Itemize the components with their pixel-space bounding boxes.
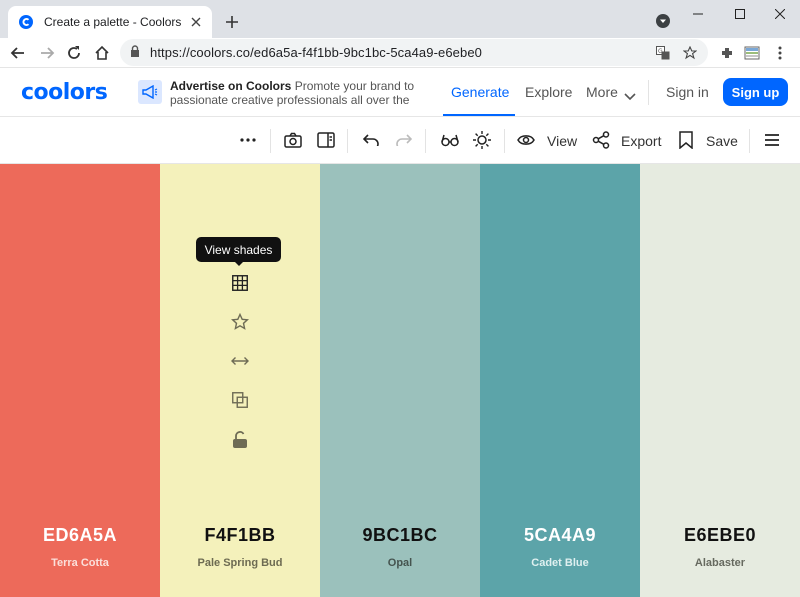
share-icon[interactable] (591, 130, 611, 150)
drag-horizontal-icon[interactable] (230, 351, 250, 371)
unlock-icon[interactable] (230, 430, 250, 450)
glasses-icon[interactable] (440, 130, 460, 150)
address-bar[interactable]: https://coolors.co/ed6a5a-f4f1bb-9bc1bc-… (120, 39, 708, 66)
sidebar-icon[interactable] (316, 130, 336, 150)
chevron-down-icon (624, 88, 636, 106)
url-text: https://coolors.co/ed6a5a-f4f1bb-9bc1bc-… (150, 45, 482, 60)
sign-in-link[interactable]: Sign in (666, 84, 709, 100)
advertisement[interactable]: Advertise on Coolors Promote your brand … (170, 79, 430, 107)
save-button[interactable]: Save (706, 133, 738, 149)
forward-icon[interactable] (37, 43, 57, 63)
divider (425, 129, 426, 153)
color-name: Alabaster (694, 557, 746, 569)
camera-icon[interactable] (283, 130, 303, 150)
tab-close-icon[interactable] (186, 12, 206, 32)
color-palette: ED6A5A Terra Cotta View shades F4F1BB Pa… (0, 164, 800, 597)
color-column[interactable]: View shades F4F1BB Pale Spring Bud (160, 164, 320, 597)
browser-toolbar: https://coolors.co/ed6a5a-f4f1bb-9bc1bc-… (0, 38, 800, 68)
color-hex[interactable]: ED6A5A (0, 525, 160, 546)
color-hex[interactable]: F4F1BB (160, 525, 320, 546)
back-icon[interactable] (8, 43, 28, 63)
svg-text:G: G (658, 48, 663, 55)
coolors-favicon-icon (18, 14, 34, 30)
hamburger-menu-icon[interactable] (762, 130, 782, 150)
coolors-logo[interactable]: coolors (21, 80, 108, 105)
reload-icon[interactable] (64, 43, 84, 63)
lock-icon (130, 44, 140, 62)
translate-icon[interactable]: G (654, 44, 672, 62)
extensions-icon[interactable] (717, 43, 737, 63)
home-icon[interactable] (92, 43, 112, 63)
shades-grid-icon[interactable] (230, 273, 250, 293)
minimize-icon[interactable] (684, 4, 712, 24)
maximize-icon[interactable] (726, 4, 754, 24)
palette-toolbar: View Export Save (0, 117, 800, 164)
bookmark-icon[interactable] (676, 130, 696, 150)
browser-tab[interactable]: Create a palette - Coolors (8, 6, 212, 38)
megaphone-icon (138, 80, 162, 104)
divider (749, 129, 750, 153)
divider (504, 129, 505, 153)
view-button[interactable]: View (547, 133, 577, 149)
more-options-icon[interactable] (238, 130, 258, 150)
color-column[interactable]: 9BC1BC Opal (320, 164, 480, 597)
tooltip-arrow (234, 261, 244, 266)
nav-explore[interactable]: Explore (525, 84, 572, 100)
nav-more[interactable]: More (586, 84, 618, 100)
undo-icon[interactable] (361, 130, 381, 150)
color-column[interactable]: 5CA4A9 Cadet Blue (480, 164, 640, 597)
view-shades-tooltip: View shades (196, 237, 281, 262)
browser-titlebar: Create a palette - Coolors (0, 0, 800, 38)
browser-menu-icon[interactable] (770, 43, 790, 63)
color-name: Terra Cotta (51, 557, 109, 569)
color-name: Opal (387, 557, 413, 569)
sign-up-button[interactable]: Sign up (723, 78, 788, 106)
color-hex[interactable]: 5CA4A9 (480, 525, 640, 546)
color-name: Pale Spring Bud (197, 557, 283, 569)
new-tab-icon[interactable] (222, 12, 242, 32)
color-hex[interactable]: E6EBE0 (640, 525, 800, 546)
tab-title: Create a palette - Coolors (44, 15, 182, 29)
star-icon[interactable] (230, 312, 250, 332)
extension-screenshot-icon[interactable] (742, 43, 762, 63)
bookmark-star-icon[interactable] (681, 44, 699, 62)
close-window-icon[interactable] (766, 4, 794, 24)
export-button[interactable]: Export (621, 133, 661, 149)
color-hex[interactable]: 9BC1BC (320, 525, 480, 546)
copy-icon[interactable] (230, 390, 250, 410)
nav-active-indicator (443, 114, 515, 116)
divider (270, 129, 271, 153)
brightness-icon[interactable] (472, 130, 492, 150)
nav-generate[interactable]: Generate (451, 84, 509, 100)
color-name: Cadet Blue (531, 557, 589, 569)
divider (347, 129, 348, 153)
color-column[interactable]: E6EBE0 Alabaster (640, 164, 800, 597)
redo-icon[interactable] (394, 130, 414, 150)
color-column[interactable]: ED6A5A Terra Cotta (0, 164, 160, 597)
divider (648, 80, 649, 105)
ad-title: Advertise on Coolors (170, 79, 292, 93)
site-header: coolors Advertise on Coolors Promote you… (0, 68, 800, 117)
profile-menu-icon[interactable] (655, 13, 671, 29)
eye-icon[interactable] (516, 130, 536, 150)
